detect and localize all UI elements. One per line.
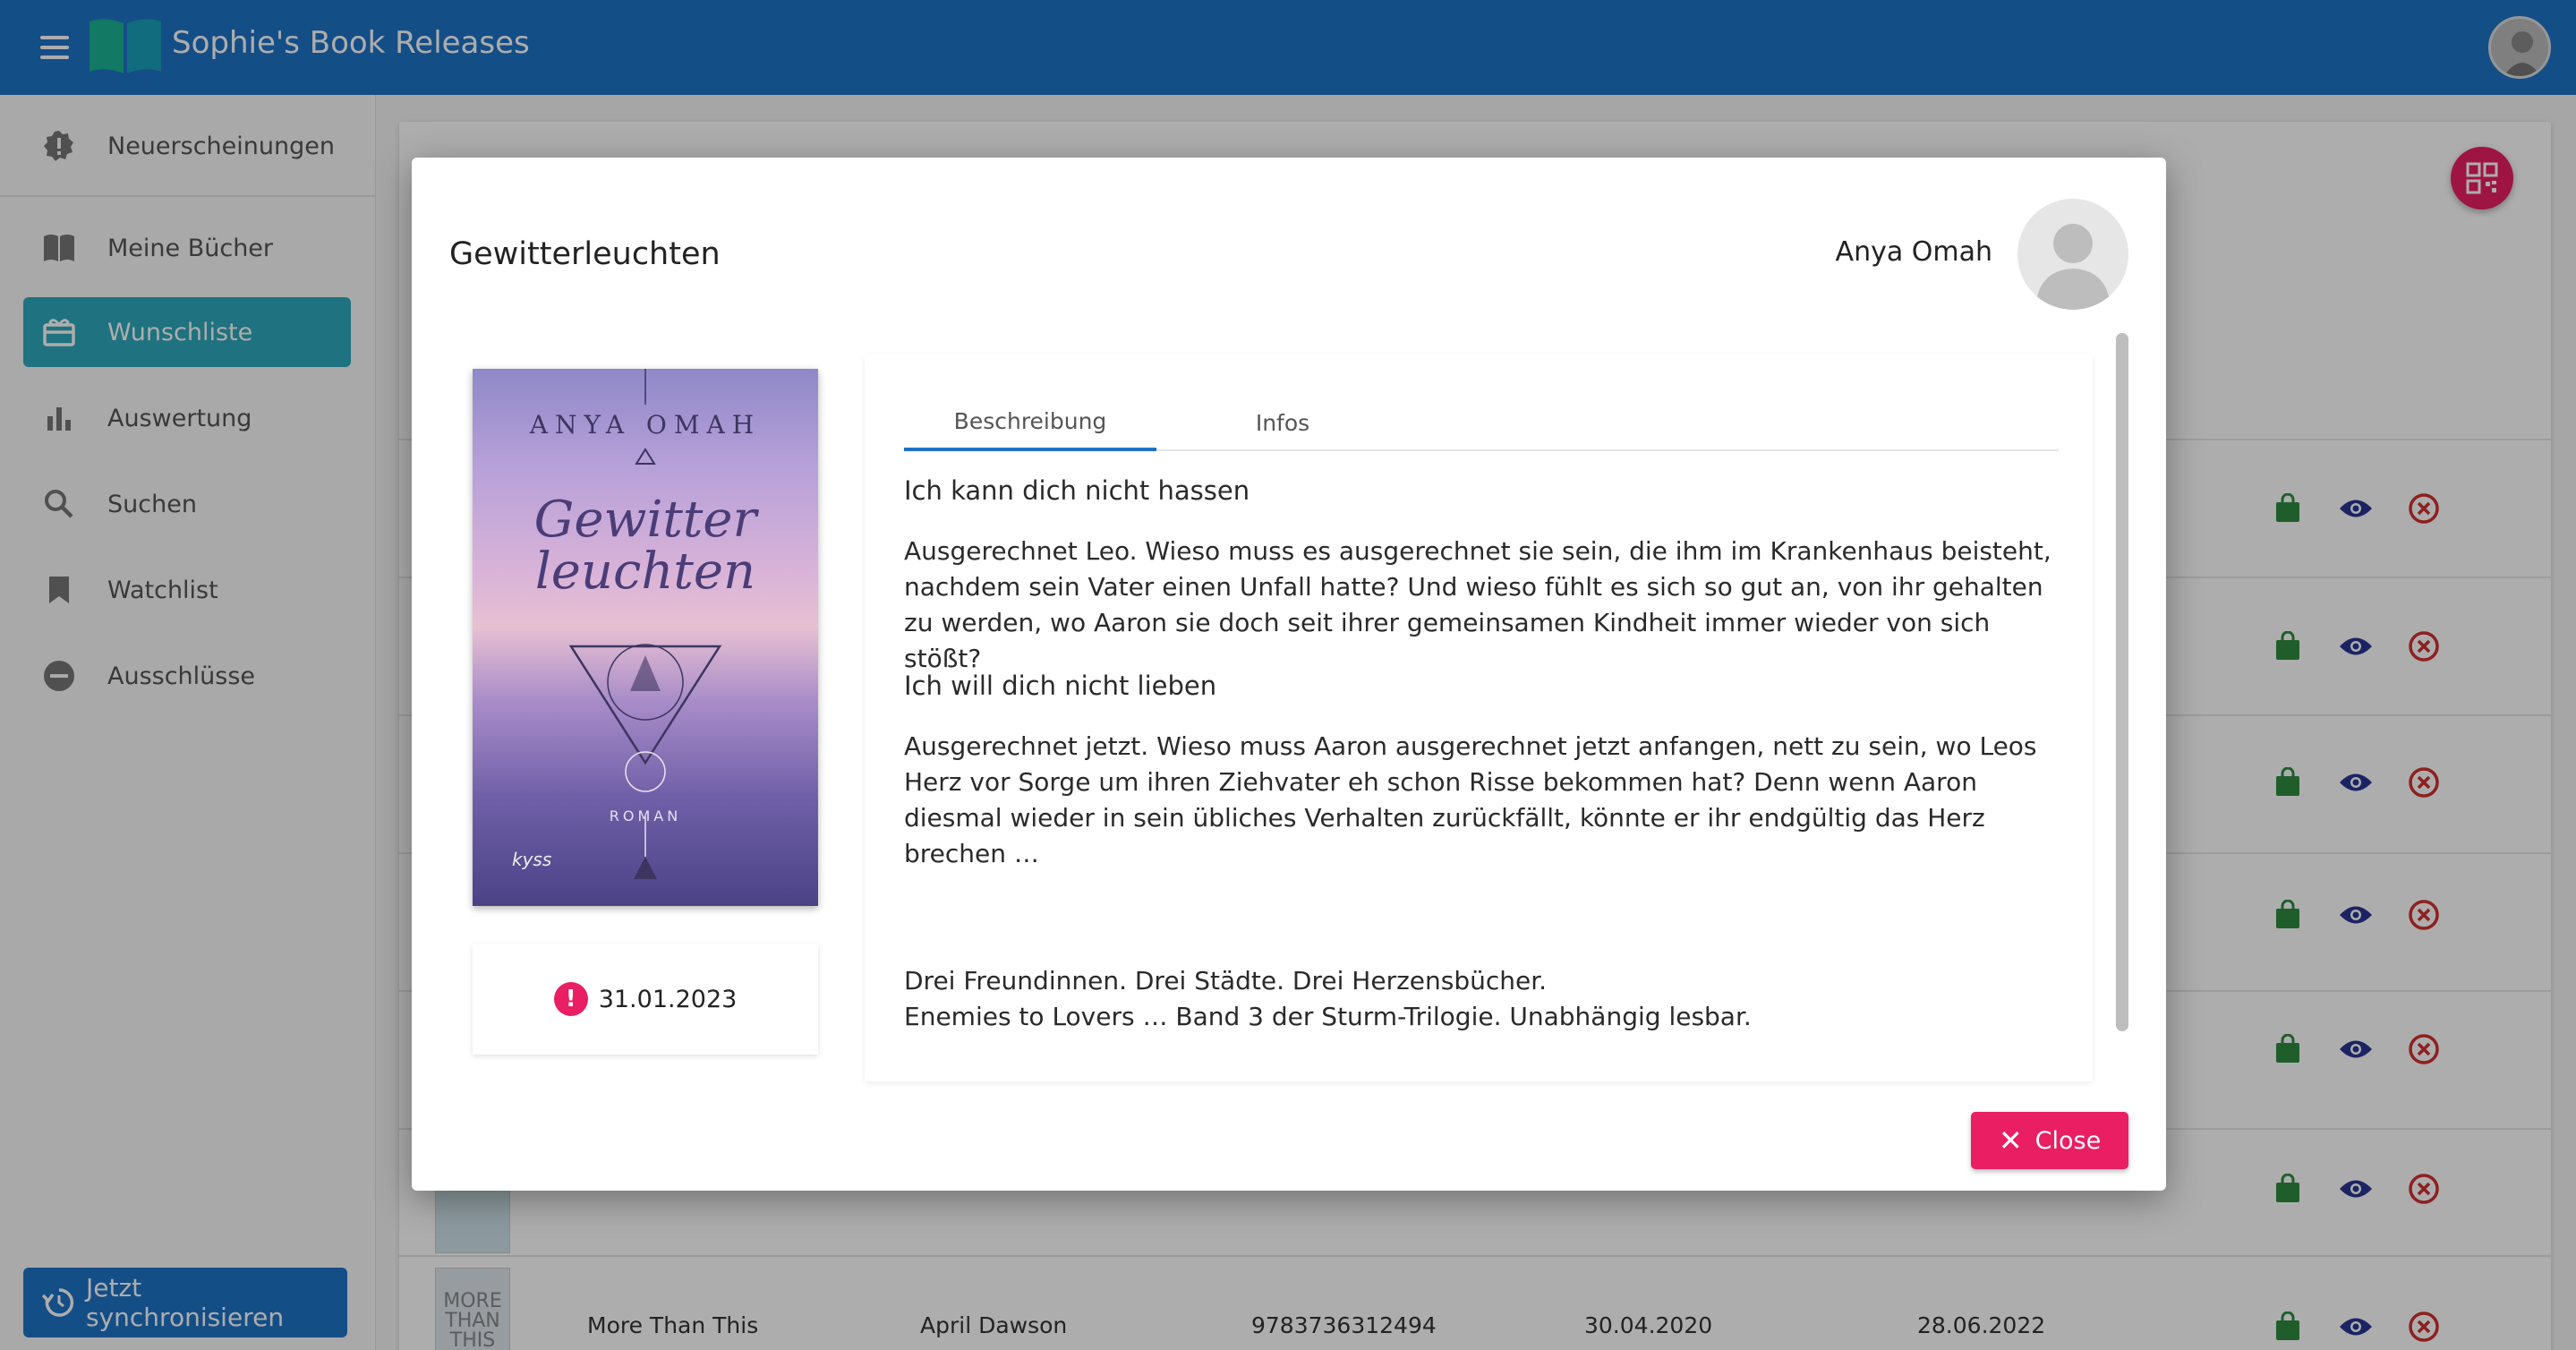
release-date-box: ! 31.01.2023 <box>473 944 818 1055</box>
cover-genre: ROMAN <box>609 807 682 825</box>
description-tagline: Drei Freundinnen. Drei Städte. Drei Herz… <box>904 966 1548 995</box>
description-heading: Ich kann dich nicht hassen <box>904 475 1250 506</box>
cover-title-line: leuchten <box>534 543 756 601</box>
close-label: Close <box>2034 1126 2102 1155</box>
book-detail-dialog: Gewitterleuchten Anya Omah ANYA OMAH Gew… <box>412 158 2166 1191</box>
description-paragraph: Ausgerechnet Leo. Wieso muss es ausgerec… <box>904 536 2051 673</box>
cover-decoration <box>568 369 722 879</box>
description-heading: Ich will dich nicht lieben <box>904 671 1217 701</box>
book-cover-image: ANYA OMAH Gewitter leuchten ROMAN kyss <box>473 369 818 906</box>
description-tagline: Enemies to Lovers … Band 3 der Sturm-Tri… <box>904 1002 1752 1031</box>
cover-title: Gewitter leuchten <box>473 494 818 598</box>
cover-publisher-logo: kyss <box>512 849 552 870</box>
tab-bar: Beschreibung Infos <box>904 394 2059 451</box>
dialog-author[interactable]: Anya Omah <box>1836 236 1992 268</box>
close-icon: ✕ <box>1998 1124 2023 1158</box>
description-panel: Beschreibung Infos Ich kann dich nicht h… <box>865 355 2093 1081</box>
tab-infos[interactable]: Infos <box>1156 394 1409 451</box>
cover-title-line: Gewitter <box>533 491 757 549</box>
close-button[interactable]: ✕ Close <box>1971 1112 2128 1169</box>
author-avatar <box>2017 199 2128 310</box>
alert-icon: ! <box>553 982 588 1016</box>
cover-author: ANYA OMAH <box>529 410 762 440</box>
scrollbar-thumb[interactable] <box>2116 333 2128 1031</box>
dialog-title: Gewitterleuchten <box>449 236 721 272</box>
release-date: 31.01.2023 <box>598 985 738 1013</box>
description-paragraph: Ausgerechnet jetzt. Wieso muss Aaron aus… <box>904 731 2037 868</box>
tab-beschreibung[interactable]: Beschreibung <box>904 394 1156 451</box>
